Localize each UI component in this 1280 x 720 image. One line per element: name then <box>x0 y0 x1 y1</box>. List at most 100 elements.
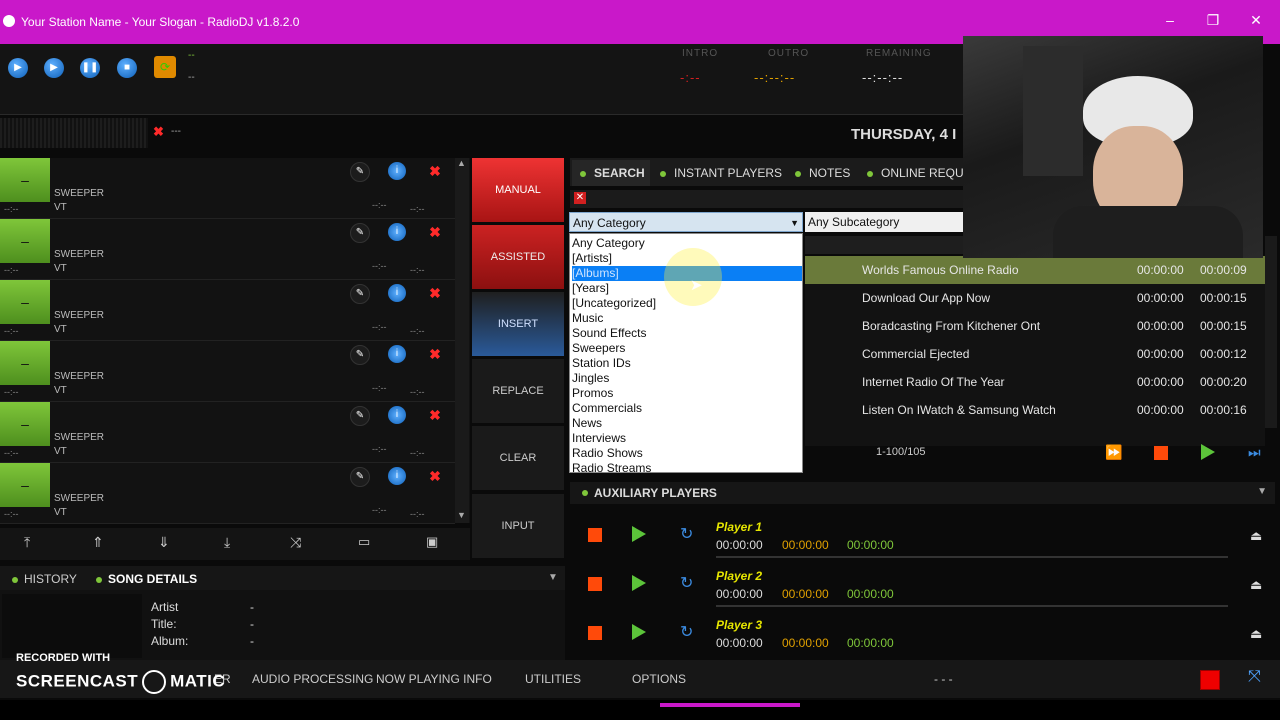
loop-icon[interactable]: ↻ <box>680 622 693 642</box>
remove-icon[interactable]: ✖ <box>426 223 444 241</box>
collapse-icon[interactable]: ▼ <box>1257 486 1267 497</box>
info-icon[interactable]: i <box>388 162 406 180</box>
playlist-item[interactable]: – ✎ i ✖ SWEEPER VT --:-- --:-- --:-- <box>0 463 455 524</box>
record-icon[interactable] <box>1200 670 1220 690</box>
move-down-icon[interactable]: ⇓ <box>158 534 170 551</box>
category-option[interactable]: News <box>572 416 802 431</box>
restore-icon[interactable]: ❐ <box>1203 12 1223 29</box>
move-up-icon[interactable]: ⇑ <box>92 534 104 551</box>
category-option[interactable]: Interviews <box>572 431 802 446</box>
playlist-item[interactable]: – ✎ i ✖ SWEEPER VT --:-- --:-- --:-- <box>0 402 455 463</box>
category-select[interactable]: Any Category ▼ <box>569 212 803 232</box>
bottom-tab-now-playing-info[interactable]: NOW PLAYING INFO <box>376 672 492 686</box>
tab-instant-players[interactable]: INSTANT PLAYERS <box>660 162 782 184</box>
edit-icon[interactable]: ✎ <box>350 284 370 304</box>
stop-icon[interactable] <box>588 577 602 591</box>
play-icon[interactable] <box>632 526 646 542</box>
subcategory-select[interactable]: Any Subcategory <box>805 212 963 232</box>
save-icon[interactable]: ▣ <box>426 534 438 550</box>
category-option[interactable]: Promos <box>572 386 802 401</box>
next-page-icon[interactable]: ⏭ <box>1248 444 1261 461</box>
assisted-button[interactable]: ASSISTED <box>472 225 564 291</box>
fullscreen-icon[interactable]: ⤧ <box>1248 668 1261 686</box>
insert-button[interactable]: INSERT <box>472 292 564 358</box>
play-preview-icon[interactable] <box>1201 444 1215 460</box>
loop-icon[interactable]: ↻ <box>680 573 693 593</box>
edit-icon[interactable]: ✎ <box>350 406 370 426</box>
close-icon[interactable]: ✕ <box>1246 12 1266 29</box>
play-button[interactable]: ▶ <box>8 58 28 78</box>
edit-icon[interactable]: ✎ <box>350 467 370 487</box>
category-option[interactable]: Sweepers <box>572 341 802 356</box>
eject-icon[interactable]: ⏏ <box>1250 577 1262 593</box>
result-row[interactable]: Download Our App Now 00:00:00 00:00:15 <box>805 284 1265 312</box>
manual-button[interactable]: MANUAL <box>472 158 564 224</box>
minimize-icon[interactable]: – <box>1160 12 1180 28</box>
playlist-item[interactable]: – ✎ i ✖ SWEEPER VT --:-- --:-- --:-- <box>0 280 455 341</box>
category-option[interactable]: Music <box>572 311 802 326</box>
collapse-icon[interactable]: ▼ <box>548 572 558 583</box>
tab-history[interactable]: HISTORY <box>12 572 77 586</box>
playlist-item[interactable]: – ✎ i ✖ SWEEPER VT --:-- --:-- --:-- <box>0 158 455 219</box>
shuffle-icon[interactable]: ⤨ <box>290 534 301 551</box>
clear-search-icon[interactable]: ✕ <box>574 192 586 204</box>
info-icon[interactable]: i <box>388 406 406 424</box>
bottom-tab-utilities[interactable]: UTILITIES <box>525 672 581 686</box>
playlist-scrollbar[interactable]: ▲ ▼ <box>455 158 469 523</box>
eject-icon[interactable]: ⏏ <box>1250 626 1262 642</box>
playlist-item[interactable]: – ✎ i ✖ SWEEPER VT --:-- --:-- --:-- <box>0 341 455 402</box>
category-option[interactable]: Sound Effects <box>572 326 802 341</box>
category-option[interactable]: Radio Shows <box>572 446 802 461</box>
tab-notes[interactable]: NOTES <box>795 162 850 184</box>
clear-button[interactable]: CLEAR <box>472 426 564 492</box>
result-row[interactable]: Internet Radio Of The Year 00:00:00 00:00:… <box>805 368 1265 396</box>
remove-icon[interactable]: ✖ <box>426 345 444 363</box>
remove-icon[interactable]: ✖ <box>426 467 444 485</box>
tab-search[interactable]: SEARCH <box>580 162 645 184</box>
scroll-down-icon[interactable]: ▼ <box>457 510 466 520</box>
tab-song-details[interactable]: SONG DETAILS <box>96 572 197 586</box>
bottom-tab-options[interactable]: OPTIONS <box>632 672 686 686</box>
edit-icon[interactable]: ✎ <box>350 223 370 243</box>
stop-icon[interactable] <box>588 528 602 542</box>
bottom-tab-audio-processing[interactable]: AUDIO PROCESSING <box>252 672 373 686</box>
play-icon[interactable] <box>632 575 646 591</box>
scroll-up-icon[interactable]: ▲ <box>457 158 466 168</box>
clear-meter-icon[interactable]: ✖ <box>153 124 164 140</box>
result-row[interactable]: Listen On IWatch & Samsung Watch 00:00:00… <box>805 396 1265 424</box>
stop-icon[interactable] <box>588 626 602 640</box>
info-icon[interactable]: i <box>388 467 406 485</box>
category-option[interactable]: Commercials <box>572 401 802 416</box>
remove-icon[interactable]: ✖ <box>426 406 444 424</box>
remove-icon[interactable]: ✖ <box>426 284 444 302</box>
play-next-button[interactable]: ▶ <box>44 58 64 78</box>
result-row[interactable]: Commercial Ejected 00:00:00 00:00:12 <box>805 340 1265 368</box>
info-icon[interactable]: i <box>388 345 406 363</box>
input-button[interactable]: INPUT <box>472 494 564 560</box>
player-elapsed: 00:00:00 <box>716 587 763 601</box>
result-row[interactable]: Boradcasting From Kitchener Ont 00:00:00 0… <box>805 312 1265 340</box>
category-option[interactable]: Radio Streams <box>572 461 802 472</box>
edit-icon[interactable]: ✎ <box>350 162 370 182</box>
move-bottom-icon[interactable]: ⤓ <box>224 534 230 551</box>
stop-preview-icon[interactable] <box>1154 446 1168 460</box>
pause-button[interactable]: ❚❚ <box>80 58 100 78</box>
remove-icon[interactable]: ✖ <box>426 162 444 180</box>
category-option[interactable]: Station IDs <box>572 356 802 371</box>
playlist-item[interactable]: – ✎ i ✖ SWEEPER VT --:-- --:-- --:-- <box>0 219 455 280</box>
fast-forward-icon[interactable]: ⏩ <box>1105 444 1122 461</box>
info-icon[interactable]: i <box>388 284 406 302</box>
loop-icon[interactable]: ↻ <box>680 524 693 544</box>
stop-button[interactable]: ■ <box>117 58 137 78</box>
folder-icon[interactable]: ▭ <box>358 534 370 550</box>
move-top-icon[interactable]: ⤒ <box>24 534 30 551</box>
results-scrollbar[interactable] <box>1265 236 1277 428</box>
edit-icon[interactable]: ✎ <box>350 345 370 365</box>
auto-button[interactable]: ⟳ <box>154 56 176 78</box>
replace-button[interactable]: REPLACE <box>472 359 564 425</box>
category-option[interactable]: Jingles <box>572 371 802 386</box>
info-icon[interactable]: i <box>388 223 406 241</box>
result-row[interactable]: Worlds Famous Online Radio 00:00:00 00:00:… <box>805 256 1265 284</box>
play-icon[interactable] <box>632 624 646 640</box>
eject-icon[interactable]: ⏏ <box>1250 528 1262 544</box>
